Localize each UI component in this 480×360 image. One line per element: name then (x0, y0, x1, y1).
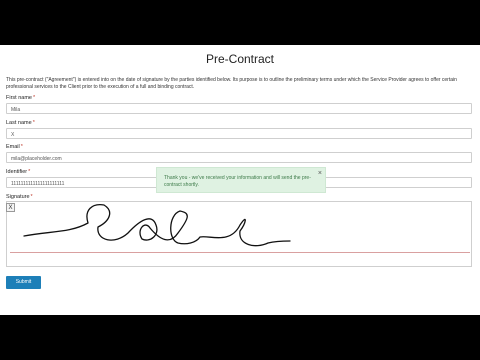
submit-button[interactable]: Submit (6, 276, 41, 289)
page-frame: Pre-Contract This pre-contract ("Agreeme… (0, 45, 480, 315)
signature-baseline (10, 252, 470, 253)
close-icon[interactable]: × (318, 170, 322, 177)
toast-message: Thank you - we've received your informat… (164, 175, 311, 188)
success-toast: Thank you - we've received your informat… (156, 167, 326, 193)
